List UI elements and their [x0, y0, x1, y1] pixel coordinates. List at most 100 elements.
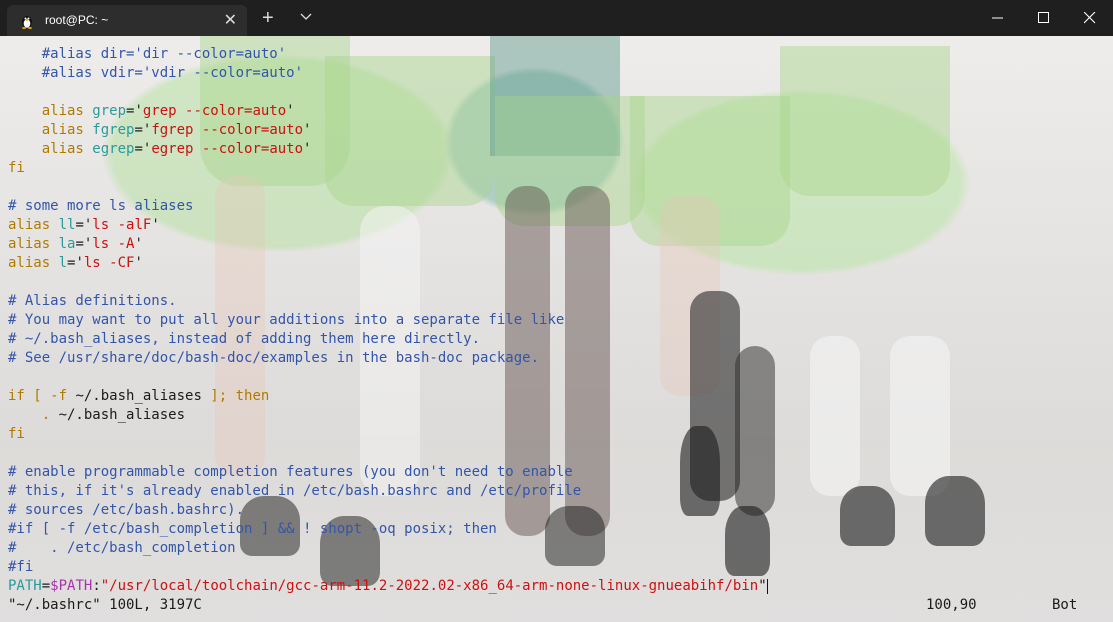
- code-line[interactable]: alias l='ls -CF': [8, 254, 768, 273]
- code-token: ': [303, 122, 312, 138]
- code-line[interactable]: # Alias definitions.: [8, 292, 768, 311]
- code-token: ': [134, 255, 143, 271]
- code-line[interactable]: # this, if it's already enabled in /etc/…: [8, 482, 768, 501]
- code-token: =': [67, 255, 84, 271]
- code-token: la: [58, 236, 76, 252]
- code-token: =': [75, 217, 93, 233]
- code-token: egrep: [92, 141, 135, 157]
- maximize-button[interactable]: [1021, 0, 1067, 36]
- code-line[interactable]: [8, 444, 768, 463]
- code-line[interactable]: [8, 83, 768, 102]
- code-token: ~/.bash_aliases: [58, 407, 186, 423]
- scroll-position: Bot: [1052, 597, 1078, 613]
- code-token: "/usr/local/toolchain/gcc-arm-11.2-2022.…: [100, 578, 759, 594]
- code-token: ": [758, 578, 767, 594]
- code-token: # Alias definitions.: [8, 293, 177, 309]
- code-token: # this, if it's already enabled in /etc/…: [8, 483, 582, 499]
- title-bar: root@PC: ~ ✕ +: [0, 0, 1113, 36]
- code-line[interactable]: alias la='ls -A': [8, 235, 768, 254]
- close-window-button[interactable]: [1067, 0, 1113, 36]
- code-line[interactable]: #alias vdir='vdir --color=auto': [8, 64, 768, 83]
- close-tab-icon[interactable]: ✕: [224, 10, 237, 30]
- linux-penguin-icon: [22, 16, 32, 29]
- code-line[interactable]: alias fgrep='fgrep --color=auto': [8, 121, 768, 140]
- code-line[interactable]: #alias dir='dir --color=auto': [8, 45, 768, 64]
- code-token: # sources /etc/bash.bashrc).: [8, 502, 245, 518]
- background-shoe: [925, 476, 985, 546]
- background-sock: [890, 336, 950, 496]
- close-icon: [1084, 12, 1096, 24]
- code-token: #alias vdir='vdir --color=auto': [8, 65, 304, 81]
- code-token: ls -alF: [92, 217, 152, 233]
- code-token: =': [134, 141, 152, 157]
- code-token: ]; then: [201, 388, 270, 404]
- background-skirt: [780, 46, 950, 196]
- code-line[interactable]: fi: [8, 425, 768, 444]
- code-token: =: [41, 578, 51, 594]
- file-info: "~/.bashrc" 100L, 3197C: [8, 597, 202, 613]
- code-line[interactable]: #if [ -f /etc/bash_completion ] && ! sho…: [8, 520, 768, 539]
- terminal-window[interactable]: #alias dir='dir --color=auto' #alias vdi…: [0, 36, 1113, 622]
- code-line[interactable]: # some more ls aliases: [8, 197, 768, 216]
- code-line[interactable]: alias ll='ls -alF': [8, 216, 768, 235]
- code-token: ~/.bash_aliases: [75, 388, 202, 404]
- code-token: # enable programmable completion feature…: [8, 464, 573, 480]
- code-token: fi: [8, 426, 25, 442]
- chevron-down-icon[interactable]: [300, 11, 312, 23]
- code-token: .: [8, 407, 59, 423]
- code-line[interactable]: # You may want to put all your additions…: [8, 311, 768, 330]
- code-token: alias: [8, 255, 59, 271]
- code-line[interactable]: fi: [8, 159, 768, 178]
- code-line[interactable]: # sources /etc/bash.bashrc).: [8, 501, 768, 520]
- vim-status-line: "~/.bashrc" 100L, 3197C 100,90 Bot: [8, 596, 1105, 615]
- code-token: fgrep: [92, 122, 135, 138]
- code-token: # See /usr/share/doc/bash-doc/examples i…: [8, 350, 540, 366]
- minimize-icon: [992, 17, 1003, 19]
- code-token: alias: [8, 141, 93, 157]
- code-token: #fi: [8, 559, 34, 575]
- code-line[interactable]: [8, 178, 768, 197]
- cursor-position: 100,90: [926, 597, 977, 613]
- code-line[interactable]: [8, 273, 768, 292]
- code-token: l: [58, 255, 68, 271]
- code-token: :: [92, 578, 101, 594]
- code-token: if [ -f: [8, 388, 76, 404]
- editor-buffer[interactable]: #alias dir='dir --color=auto' #alias vdi…: [8, 45, 768, 596]
- code-token: grep: [92, 103, 127, 119]
- background-shoe: [840, 486, 895, 546]
- code-token: ll: [58, 217, 76, 233]
- code-token: ': [151, 217, 160, 233]
- minimize-button[interactable]: [975, 0, 1021, 36]
- code-line[interactable]: alias grep='grep --color=auto': [8, 102, 768, 121]
- code-token: alias: [8, 217, 59, 233]
- code-token: ': [134, 236, 143, 252]
- code-line[interactable]: if [ -f ~/.bash_aliases ]; then: [8, 387, 768, 406]
- code-token: # . /etc/bash_completion: [8, 540, 236, 556]
- maximize-icon: [1038, 12, 1049, 23]
- code-token: =': [126, 103, 143, 119]
- code-line[interactable]: # enable programmable completion feature…: [8, 463, 768, 482]
- code-line[interactable]: # See /usr/share/doc/bash-doc/examples i…: [8, 349, 768, 368]
- code-token: # ~/.bash_aliases, instead of adding the…: [8, 331, 481, 347]
- background-sock: [810, 336, 860, 496]
- code-line[interactable]: # ~/.bash_aliases, instead of adding the…: [8, 330, 768, 349]
- new-tab-button[interactable]: +: [262, 7, 274, 30]
- code-line[interactable]: PATH=$PATH:"/usr/local/toolchain/gcc-arm…: [8, 577, 768, 596]
- code-line[interactable]: #fi: [8, 558, 768, 577]
- code-token: ls -A: [92, 236, 135, 252]
- code-token: egrep --color=auto: [151, 141, 304, 157]
- code-token: =': [75, 236, 93, 252]
- code-token: alias: [8, 122, 93, 138]
- code-token: #alias dir='dir --color=auto': [8, 46, 287, 62]
- code-token: PATH: [8, 578, 42, 594]
- code-token: # some more ls aliases: [8, 198, 194, 214]
- code-line[interactable]: # . /etc/bash_completion: [8, 539, 768, 558]
- code-line[interactable]: [8, 368, 768, 387]
- code-token: #if [ -f /etc/bash_completion ] && ! sho…: [8, 521, 497, 537]
- tab-title: root@PC: ~: [45, 13, 109, 27]
- code-line[interactable]: . ~/.bash_aliases: [8, 406, 768, 425]
- terminal-tab[interactable]: root@PC: ~ ✕: [7, 5, 247, 36]
- code-line[interactable]: alias egrep='egrep --color=auto': [8, 140, 768, 159]
- code-token: =': [134, 122, 152, 138]
- code-token: alias: [8, 103, 93, 119]
